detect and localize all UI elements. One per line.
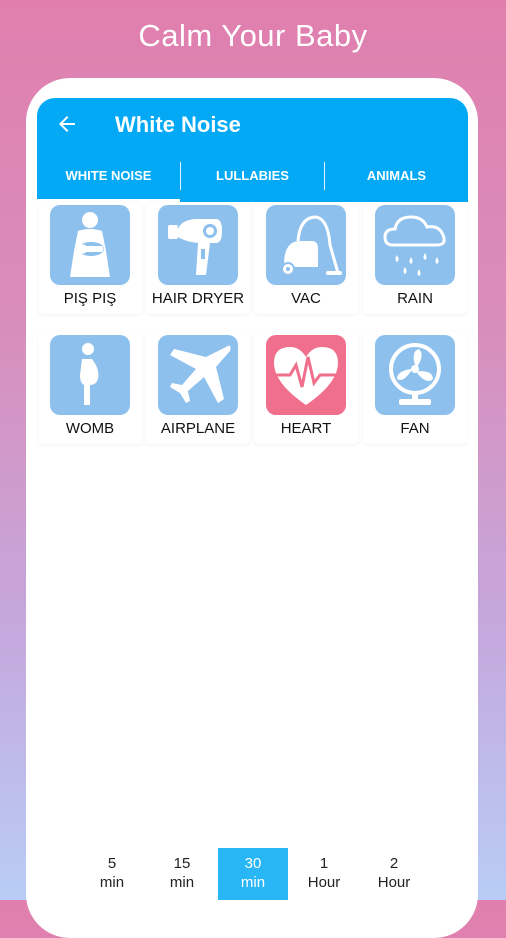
- rain-cloud-icon: [383, 215, 446, 276]
- sound-card-pis-pis[interactable]: PIŞ PIŞ: [38, 202, 142, 314]
- sound-tile: [50, 335, 130, 415]
- airplane-icon: [170, 345, 231, 403]
- sound-tile: [50, 205, 130, 285]
- sound-label: AIRPLANE: [160, 420, 236, 437]
- timer-1-hour[interactable]: 1 Hour: [289, 848, 359, 900]
- timer-value: 5: [107, 855, 117, 872]
- timer-unit: Hour: [307, 874, 341, 891]
- timer-value: 30: [244, 855, 262, 872]
- tab-bar: WHITE NOISE LULLABIES ANIMALS: [37, 150, 468, 202]
- timer-unit: Hour: [377, 874, 411, 891]
- sound-label: FAN: [400, 420, 430, 437]
- sound-label: VAC: [291, 290, 321, 307]
- sound-label: PIŞ PIŞ: [63, 290, 117, 307]
- sound-card-vac[interactable]: VAC: [254, 202, 358, 314]
- timer-value: 1: [319, 855, 329, 872]
- sound-tile: [158, 205, 238, 285]
- sleep-timer-bar: 5 min 15 min 30 min 1 Hour 2 Hour: [77, 848, 429, 900]
- timer-30-min[interactable]: 30 min: [218, 848, 288, 900]
- arrow-left-icon[interactable]: [55, 112, 79, 136]
- app-bar: White Noise: [37, 98, 468, 150]
- fan-icon: [389, 343, 441, 405]
- phone-screen: White Noise WHITE NOISE LULLABIES ANIMAL…: [37, 98, 468, 900]
- sound-tile: [375, 335, 455, 415]
- sound-tile: [266, 335, 346, 415]
- sound-label: HEART: [280, 420, 332, 437]
- hair-dryer-icon: [168, 219, 222, 275]
- sound-label: HAIR DRYER: [151, 290, 245, 307]
- timer-5-min[interactable]: 5 min: [77, 848, 147, 900]
- promo-title: Calm Your Baby: [138, 18, 368, 53]
- sound-card-hair-dryer[interactable]: HAIR DRYER: [146, 202, 250, 314]
- sound-label: WOMB: [65, 420, 115, 437]
- tab-lullabies[interactable]: LULLABIES: [181, 150, 324, 202]
- timer-value: 15: [173, 855, 191, 872]
- timer-15-min[interactable]: 15 min: [147, 848, 217, 900]
- sound-tile: [158, 335, 238, 415]
- sound-card-womb[interactable]: WOMB: [38, 332, 142, 444]
- page-title: White Noise: [115, 112, 241, 137]
- pregnant-icon: [80, 343, 99, 405]
- sound-card-fan[interactable]: FAN: [363, 332, 467, 444]
- timer-unit: min: [240, 874, 266, 891]
- sound-tile: [375, 205, 455, 285]
- tab-animals[interactable]: ANIMALS: [325, 150, 468, 202]
- timer-value: 2: [389, 855, 399, 872]
- sound-card-heart[interactable]: HEART: [254, 332, 358, 444]
- vacuum-icon: [281, 215, 342, 276]
- sound-label: RAIN: [397, 290, 433, 307]
- heartbeat-icon: [272, 347, 340, 405]
- sound-tile: [266, 205, 346, 285]
- mother-baby-icon: [70, 212, 110, 277]
- tab-white-noise[interactable]: WHITE NOISE: [37, 150, 180, 202]
- sound-card-rain[interactable]: RAIN: [363, 202, 467, 314]
- timer-unit: min: [99, 874, 125, 891]
- timer-2-hour[interactable]: 2 Hour: [359, 848, 429, 900]
- timer-unit: min: [169, 874, 195, 891]
- sound-card-airplane[interactable]: AIRPLANE: [146, 332, 250, 444]
